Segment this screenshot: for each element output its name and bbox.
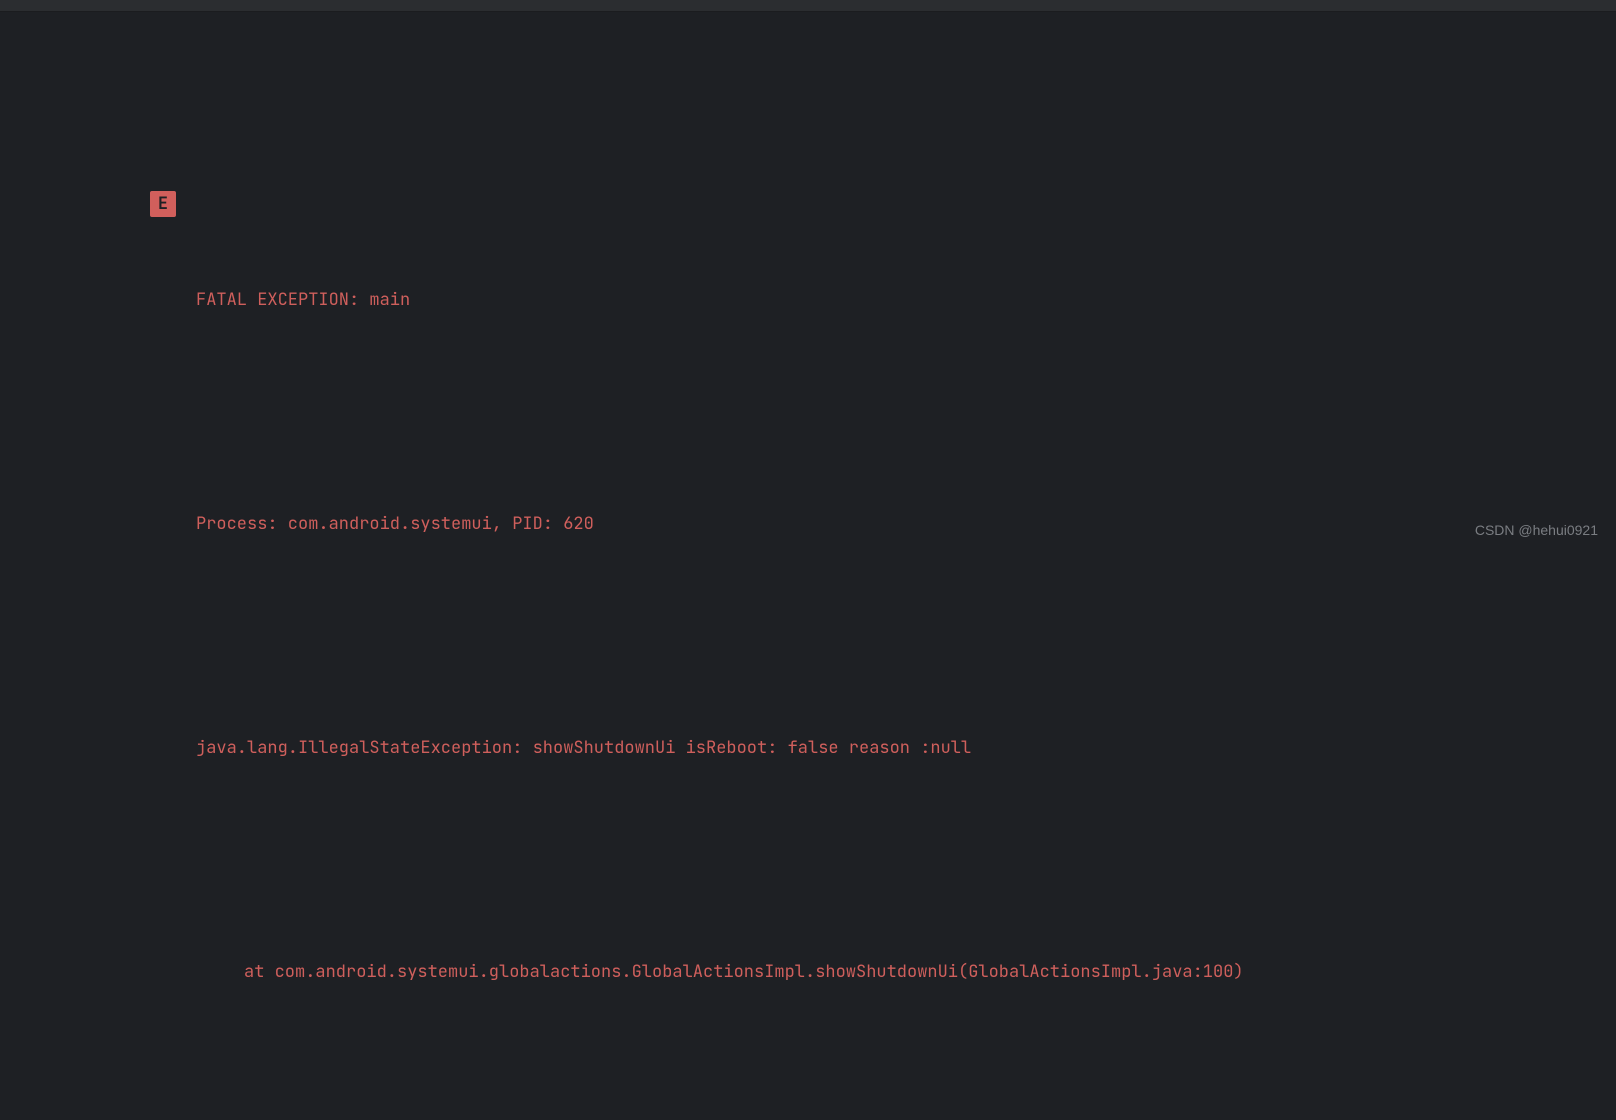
log-entry: at com.android.systemui.globalactions.Gl… — [152, 1116, 1616, 1120]
log-entry: java.lang.IllegalStateException: showShu… — [152, 668, 1616, 828]
log-line: FATAL EXCEPTION: main — [196, 284, 1616, 316]
log-entry: at com.android.systemui.globalactions.Gl… — [152, 892, 1616, 1052]
watermark: CSDN @hehui0921 — [1475, 514, 1598, 546]
top-bar-divider — [0, 0, 1616, 12]
log-entry: Process: com.android.systemui, PID: 620 — [152, 444, 1616, 604]
log-level-badge-error: E — [150, 191, 176, 217]
log-line: Process: com.android.systemui, PID: 620 — [196, 508, 1616, 540]
log-entry: E FATAL EXCEPTION: main — [152, 188, 1616, 380]
log-line: java.lang.IllegalStateException: showShu… — [196, 732, 1616, 764]
stack-frame: at com.android.systemui.globalactions.Gl… — [196, 956, 1616, 988]
logcat-output: E FATAL EXCEPTION: main Process: com.and… — [0, 12, 1616, 1120]
